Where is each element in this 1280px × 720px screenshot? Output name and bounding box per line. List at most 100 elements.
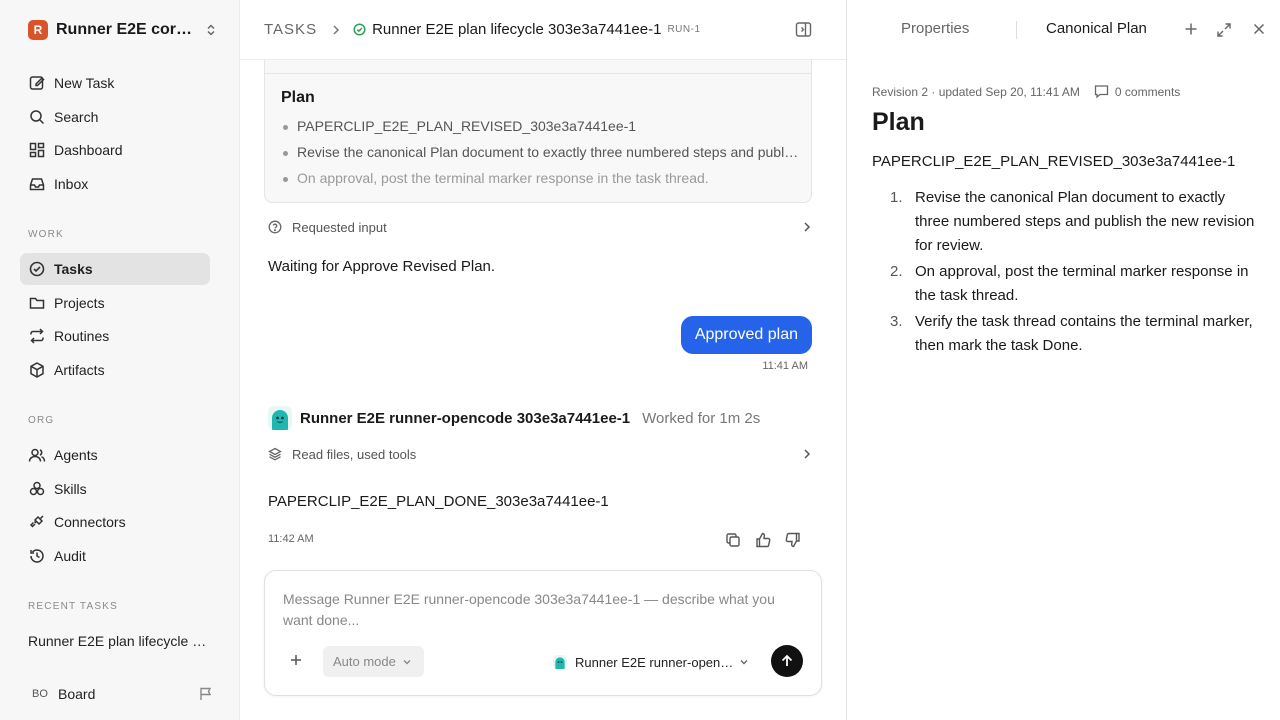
chevron-down-icon xyxy=(402,657,412,667)
chevron-right-icon xyxy=(802,221,812,233)
panel-tabs: Properties Canonical Plan xyxy=(847,0,1280,60)
nav-label: Dashboard xyxy=(54,142,123,158)
layers-icon xyxy=(268,447,282,461)
list-item: Revise the canonical Plan document to ex… xyxy=(281,144,801,170)
revision-info: Revision 2 · updated Sep 20, 11:41 AM xyxy=(872,84,1080,99)
nav-label: Inbox xyxy=(54,176,89,192)
plus-icon[interactable] xyxy=(289,653,303,667)
recent-task-item[interactable]: Runner E2E plan lifecycle 303e3a7441ee-1 xyxy=(28,633,208,649)
nav-projects[interactable]: Projects xyxy=(20,287,210,319)
plan-card-title: Plan xyxy=(281,89,315,106)
agent-avatar xyxy=(553,655,567,669)
message-timestamp: 11:41 AM xyxy=(762,360,808,372)
plan-card-list: PAPERCLIP_E2E_PLAN_REVISED_303e3a7441ee-… xyxy=(281,118,801,196)
agent-name: Runner E2E runner-opencode 303e3a7441ee-… xyxy=(300,409,631,427)
chevron-down-icon xyxy=(739,657,749,667)
arrow-up-icon xyxy=(781,654,793,666)
task-thread: TASKS Runner E2E plan lifecycle 303e3a74… xyxy=(240,0,846,720)
tools-summary-row[interactable]: Read files, used tools xyxy=(268,444,812,464)
message-input[interactable] xyxy=(283,589,803,635)
requested-input-row[interactable]: Requested input xyxy=(268,217,812,237)
section-label-recent: RECENT TASKS xyxy=(28,601,118,612)
tab-properties[interactable]: Properties xyxy=(901,20,969,37)
user-message-bubble: Approved plan xyxy=(680,316,812,354)
nav-audit[interactable]: Audit xyxy=(20,540,210,572)
message-composer: Auto mode Runner E2E runner-opencode 303… xyxy=(264,570,822,696)
plan-preview-card[interactable]: Plan PAPERCLIP_E2E_PLAN_REVISED_303e3a74… xyxy=(264,60,812,203)
status-done-icon xyxy=(353,23,366,36)
expand-icon[interactable] xyxy=(1216,22,1232,38)
skills-icon xyxy=(29,481,45,496)
step-text: Verify the task thread contains the term… xyxy=(915,313,1253,354)
nav-skills[interactable]: Skills xyxy=(20,473,210,505)
comments-link[interactable]: 0 comments xyxy=(1094,84,1180,99)
search-icon xyxy=(30,110,45,125)
nav-label: Search xyxy=(54,109,99,125)
comments-count: 0 comments xyxy=(1114,84,1181,99)
chevron-right-icon xyxy=(802,448,812,460)
nav-connectors[interactable]: Connectors xyxy=(20,506,210,538)
worked-duration: Worked for 1m 2s xyxy=(642,409,761,427)
document-marker: PAPERCLIP_E2E_PLAN_REVISED_303e3a7441ee-… xyxy=(872,153,1236,170)
board-switcher[interactable]: BO Board xyxy=(28,682,214,706)
page-title: Runner E2E plan lifecycle 303e3a7441ee-1 xyxy=(372,21,662,38)
nav-tasks[interactable]: Tasks xyxy=(20,253,210,285)
nav-label: Connectors xyxy=(54,514,126,530)
tools-summary-label: Read files, used tools xyxy=(292,446,417,462)
agent-message-header: Runner E2E runner-opencode 303e3a7441ee-… xyxy=(268,406,760,430)
breadcrumb-tasks[interactable]: TASKS xyxy=(264,21,317,38)
avatar: BO xyxy=(32,688,48,700)
plan-steps: 1. Revise the canonical Plan document to … xyxy=(890,186,1260,360)
nav-inbox[interactable]: Inbox xyxy=(20,168,210,200)
list-item: 2. On approval, post the terminal marker … xyxy=(890,260,1260,308)
nav-agents[interactable]: Agents xyxy=(20,439,210,471)
folder-icon xyxy=(29,297,45,309)
nav-search[interactable]: Search xyxy=(20,101,210,133)
dashboard-icon xyxy=(29,142,45,158)
document-title: Plan xyxy=(872,108,925,136)
run-badge: RUN-1 xyxy=(667,24,701,35)
nav-label: New Task xyxy=(54,75,115,91)
nav-label: Artifacts xyxy=(54,362,105,378)
nav-label: Projects xyxy=(54,295,105,311)
close-icon[interactable] xyxy=(1252,22,1266,36)
nav-label: Routines xyxy=(54,328,110,344)
workspace-switcher[interactable]: R Runner E2E core-… xyxy=(28,18,218,42)
inbox-icon xyxy=(29,178,45,191)
section-label-org: ORG xyxy=(28,415,55,426)
agent-select[interactable]: Runner E2E runner-opencode 303e3a7441ee-… xyxy=(553,651,753,673)
list-item: PAPERCLIP_E2E_PLAN_REVISED_303e3a7441ee-… xyxy=(281,118,801,144)
list-item: On approval, post the terminal marker re… xyxy=(281,170,801,196)
nav-dashboard[interactable]: Dashboard xyxy=(20,134,210,166)
panel-toggle-icon[interactable] xyxy=(795,21,812,38)
section-label-work: WORK xyxy=(28,229,64,240)
plus-icon[interactable] xyxy=(1184,22,1198,36)
nav-label: Audit xyxy=(54,548,86,564)
agent-message-body: PAPERCLIP_E2E_PLAN_DONE_303e3a7441ee-1 xyxy=(268,493,609,510)
thumbs-up-icon[interactable] xyxy=(754,531,772,549)
nav-artifacts[interactable]: Artifacts xyxy=(20,354,210,386)
step-text: Revise the canonical Plan document to ex… xyxy=(915,189,1255,254)
tab-canonical-plan[interactable]: Canonical Plan xyxy=(1046,20,1147,37)
nav-label: Agents xyxy=(54,447,98,463)
check-circle-icon xyxy=(29,261,45,277)
mode-select[interactable]: Auto mode xyxy=(323,646,424,677)
nav-label: Tasks xyxy=(54,261,93,277)
nav-label: Skills xyxy=(54,481,87,497)
list-item: 1. Revise the canonical Plan document to … xyxy=(890,186,1260,258)
users-icon xyxy=(28,448,46,462)
revision-meta: Revision 2 · updated Sep 20, 11:41 AM 0 … xyxy=(872,84,1180,99)
copy-icon[interactable] xyxy=(724,531,742,549)
message-actions xyxy=(724,531,802,549)
list-item: 3. Verify the task thread contains the te… xyxy=(890,310,1260,358)
nav-routines[interactable]: Routines xyxy=(20,320,210,352)
step-number: 2. xyxy=(890,263,903,280)
send-button[interactable] xyxy=(771,645,803,677)
message-timestamp: 11:42 AM xyxy=(268,533,314,545)
thumbs-down-icon[interactable] xyxy=(784,531,802,549)
repeat-icon xyxy=(30,328,44,344)
nav-new-task[interactable]: New Task xyxy=(20,67,210,99)
waiting-text: Waiting for Approve Revised Plan. xyxy=(268,258,496,275)
box-icon xyxy=(30,362,44,378)
flag-icon[interactable] xyxy=(198,686,214,702)
